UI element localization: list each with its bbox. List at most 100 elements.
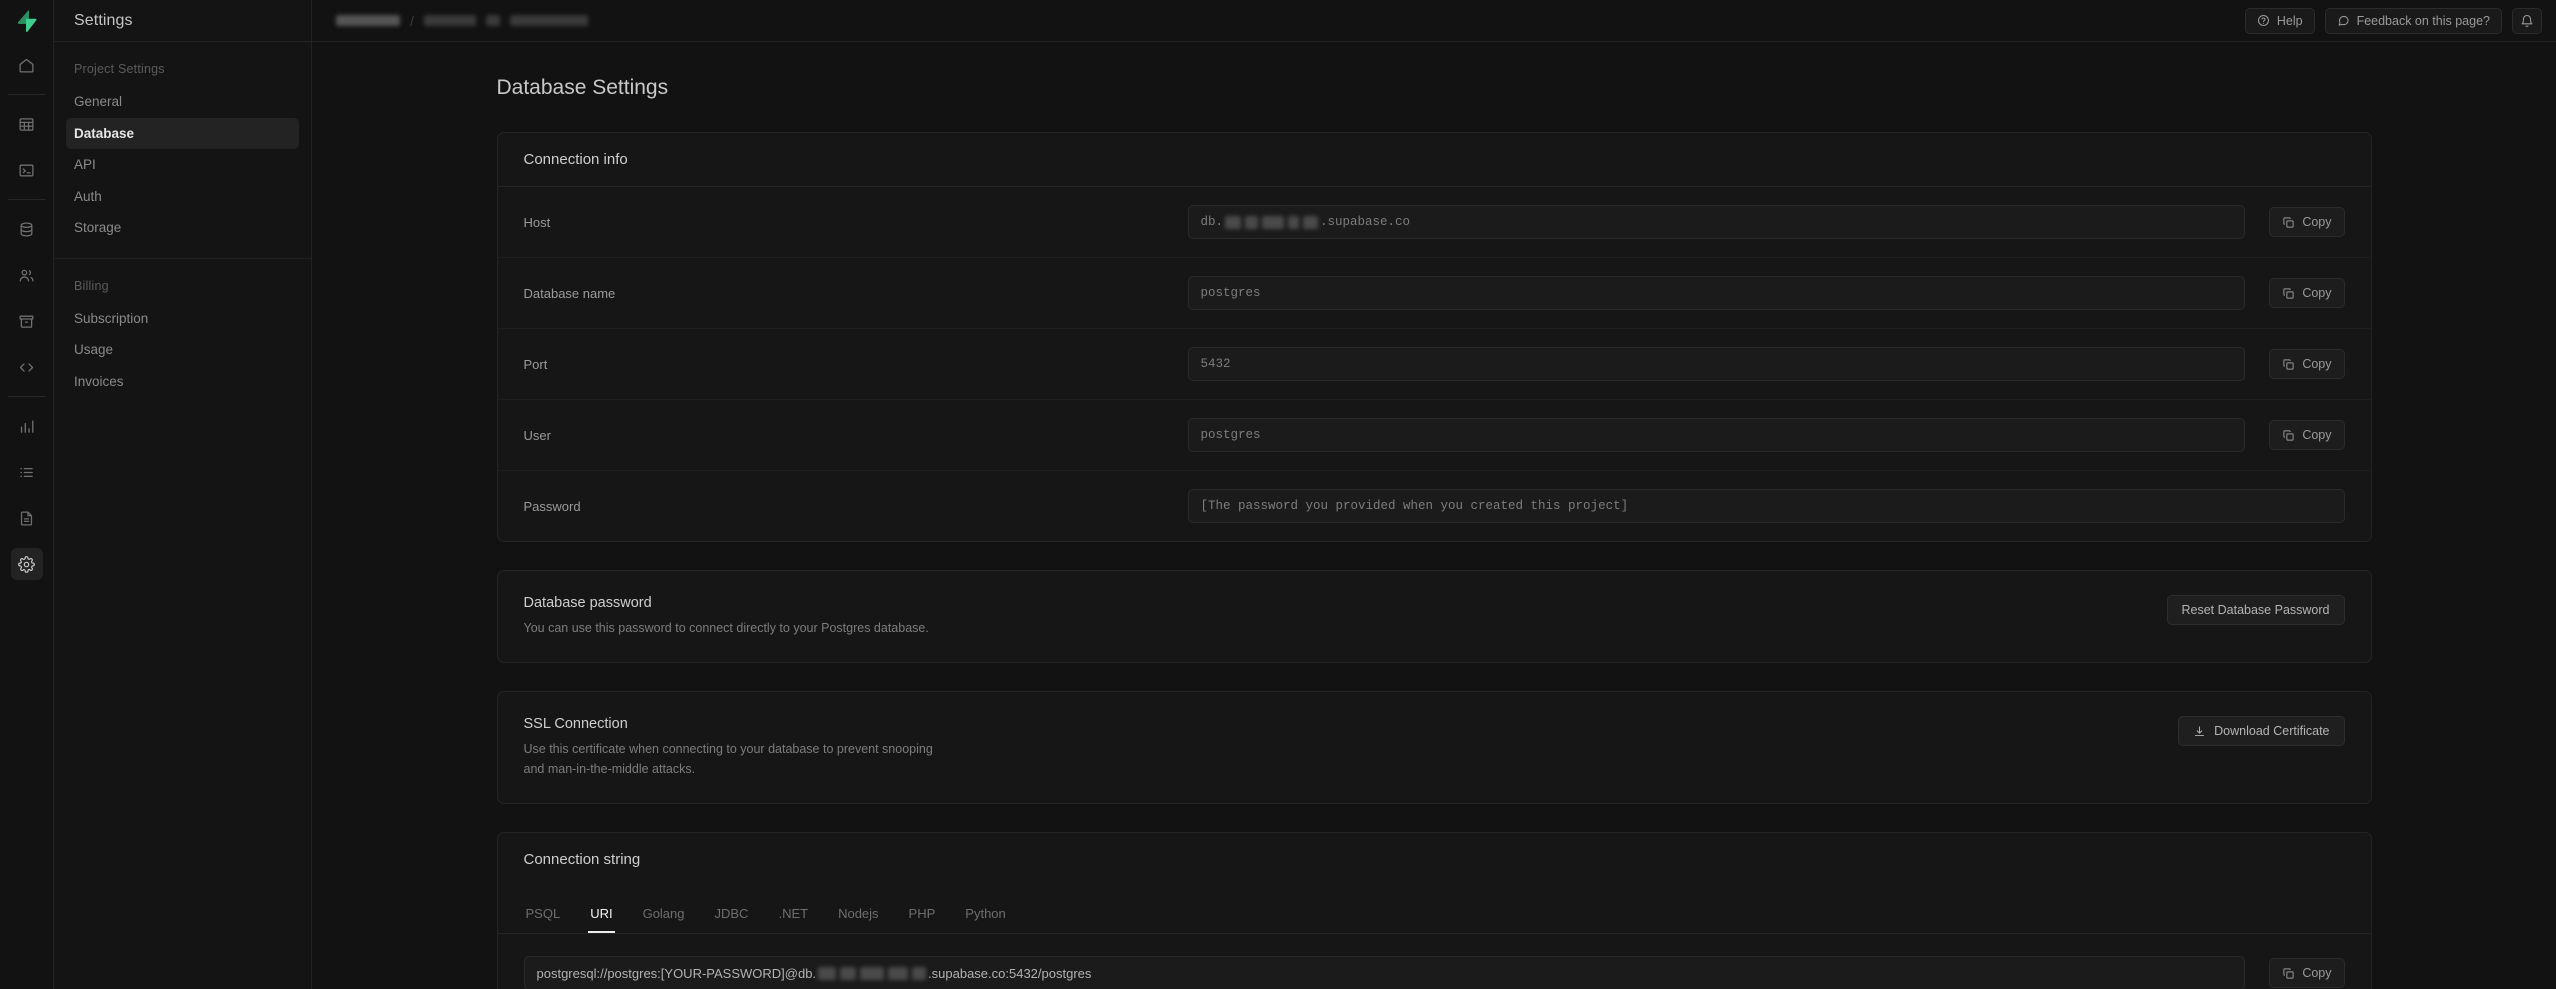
sidebar-section-billing: Billing Subscription Usage Invoices (54, 257, 311, 412)
table-editor-icon[interactable] (11, 108, 43, 140)
main-region: / Help Feedback on this page? Database S… (312, 0, 2556, 989)
page-title: Database Settings (496, 76, 669, 99)
copy-host-button[interactable]: Copy (2269, 207, 2345, 237)
connection-string-card: Connection string PSQL URI Golang JDBC .… (496, 832, 2372, 989)
content-scroll-area[interactable]: Database Settings Connection info Host d… (312, 42, 2556, 989)
sidebar-item-usage[interactable]: Usage (66, 334, 299, 366)
connection-string-row: postgresql://postgres:[YOUR-PASSWORD]@db… (498, 934, 2371, 989)
database-password-text: Database password You can use this passw… (524, 595, 1164, 638)
sidebar-item-subscription[interactable]: Subscription (66, 303, 299, 335)
connection-string-redacted-segment (840, 966, 857, 980)
reset-database-password-button[interactable]: Reset Database Password (2166, 595, 2345, 625)
copy-icon (2283, 216, 2294, 228)
top-bar: / Help Feedback on this page? (312, 0, 2556, 42)
rail-divider (7, 396, 46, 397)
notifications-button[interactable] (2512, 7, 2542, 34)
help-circle-icon (2257, 15, 2269, 26)
app-root: Settings Project Settings General Databa… (0, 0, 2556, 989)
database-icon[interactable] (11, 213, 43, 245)
tab-uri[interactable]: URI (588, 900, 615, 934)
sidebar-item-invoices[interactable]: Invoices (66, 366, 299, 398)
sidebar-item-auth[interactable]: Auth (66, 181, 299, 213)
bell-icon (2521, 14, 2533, 27)
breadcrumb-badge-redacted[interactable] (485, 15, 500, 26)
ssl-connection-card: SSL Connection Use this certificate when… (496, 691, 2372, 805)
host-redacted-segment (1262, 215, 1285, 229)
copy-connection-string-button[interactable]: Copy (2269, 958, 2345, 989)
copy-label: Copy (2302, 215, 2332, 229)
host-redacted-segment (1225, 215, 1242, 229)
rail-group-primary (0, 42, 53, 587)
breadcrumb-branch-redacted[interactable] (509, 15, 588, 26)
password-value[interactable]: [The password you provided when you crea… (1187, 489, 2345, 523)
tab-jdbc[interactable]: JDBC (713, 900, 751, 933)
download-certificate-label: Download Certificate (2214, 724, 2330, 739)
sidebar-item-database[interactable]: Database (66, 117, 299, 150)
storage-icon[interactable] (11, 305, 43, 337)
row-label: Password (523, 498, 581, 514)
sidebar-header: Settings (54, 0, 311, 42)
database-password-action: Reset Database Password (1188, 595, 2345, 625)
home-icon[interactable] (11, 49, 43, 81)
connection-info-row-database-name: Database name postgres Copy (497, 258, 2371, 329)
reports-icon[interactable] (11, 410, 43, 442)
connection-string-redacted-segment (888, 966, 909, 980)
ssl-connection-description: Use this certificate when connecting to … (523, 742, 933, 776)
copy-icon (2283, 429, 2294, 441)
rail-divider (7, 199, 46, 200)
connection-info-card: Connection info Host db. .supabase.co Cop… (496, 132, 2372, 542)
host-prefix: db. (1200, 215, 1224, 229)
host-redacted-segment (1245, 215, 1259, 229)
connection-info-row-port: Port 5432 Copy (497, 329, 2371, 400)
copy-label: Copy (2302, 286, 2332, 300)
help-button[interactable]: Help (2244, 7, 2315, 34)
breadcrumb: / (336, 13, 2245, 29)
database-password-card: Database password You can use this passw… (496, 570, 2372, 664)
sidebar-item-storage[interactable]: Storage (66, 212, 299, 244)
feedback-button-label: Feedback on this page? (2356, 13, 2490, 28)
connection-string-redacted-segment (818, 966, 837, 980)
primary-nav-rail (0, 0, 54, 989)
database-password-title: Database password (523, 595, 652, 611)
copy-user-button[interactable]: Copy (2269, 420, 2345, 450)
connection-string-suffix: .supabase.co:5432/postgres (928, 965, 1092, 981)
help-button-label: Help (2276, 13, 2303, 28)
authentication-icon[interactable] (11, 259, 43, 291)
port-value[interactable]: 5432 (1187, 347, 2246, 381)
supabase-logo[interactable] (0, 0, 54, 42)
tab-python[interactable]: Python (963, 900, 1007, 933)
breadcrumb-project-redacted[interactable] (423, 15, 476, 26)
download-certificate-button[interactable]: Download Certificate (2178, 716, 2345, 747)
tab-golang[interactable]: Golang (641, 900, 687, 933)
connection-string-heading: Connection string (523, 851, 641, 869)
tab-psql[interactable]: PSQL (524, 900, 563, 933)
user-value[interactable]: postgres (1187, 418, 2246, 452)
connection-string-redacted-segment (860, 966, 885, 980)
feedback-button[interactable]: Feedback on this page? (2324, 7, 2502, 34)
copy-port-button[interactable]: Copy (2269, 349, 2345, 379)
sidebar-item-api[interactable]: API (66, 149, 299, 181)
settings-icon[interactable] (10, 548, 43, 580)
database-password-description: You can use this password to connect dir… (523, 621, 929, 635)
copy-database-name-button[interactable]: Copy (2269, 278, 2345, 308)
database-name-value[interactable]: postgres (1187, 276, 2246, 310)
host-value[interactable]: db. .supabase.co (1187, 205, 2246, 239)
connection-string-value[interactable]: postgresql://postgres:[YOUR-PASSWORD]@db… (523, 956, 2246, 989)
logs-icon[interactable] (11, 456, 43, 488)
api-docs-icon[interactable] (11, 502, 43, 534)
edge-functions-icon[interactable] (11, 351, 43, 383)
copy-icon (2283, 287, 2294, 299)
ssl-connection-panel: SSL Connection Use this certificate when… (498, 692, 2371, 803)
copy-label: Copy (2302, 428, 2332, 442)
connection-info-heading: Connection info (497, 133, 2371, 187)
breadcrumb-organization-redacted[interactable] (336, 15, 400, 26)
top-bar-actions: Help Feedback on this page? (2244, 7, 2542, 34)
copy-icon (2283, 358, 2294, 370)
settings-page: Database Settings Connection info Host d… (437, 42, 2432, 989)
sql-editor-icon[interactable] (11, 154, 43, 186)
tab-dotnet[interactable]: .NET (776, 900, 810, 933)
tab-php[interactable]: PHP (907, 900, 938, 933)
sidebar-item-general[interactable]: General (66, 86, 299, 118)
ssl-connection-text: SSL Connection Use this certificate when… (524, 716, 1164, 779)
tab-nodejs[interactable]: Nodejs (836, 900, 880, 933)
